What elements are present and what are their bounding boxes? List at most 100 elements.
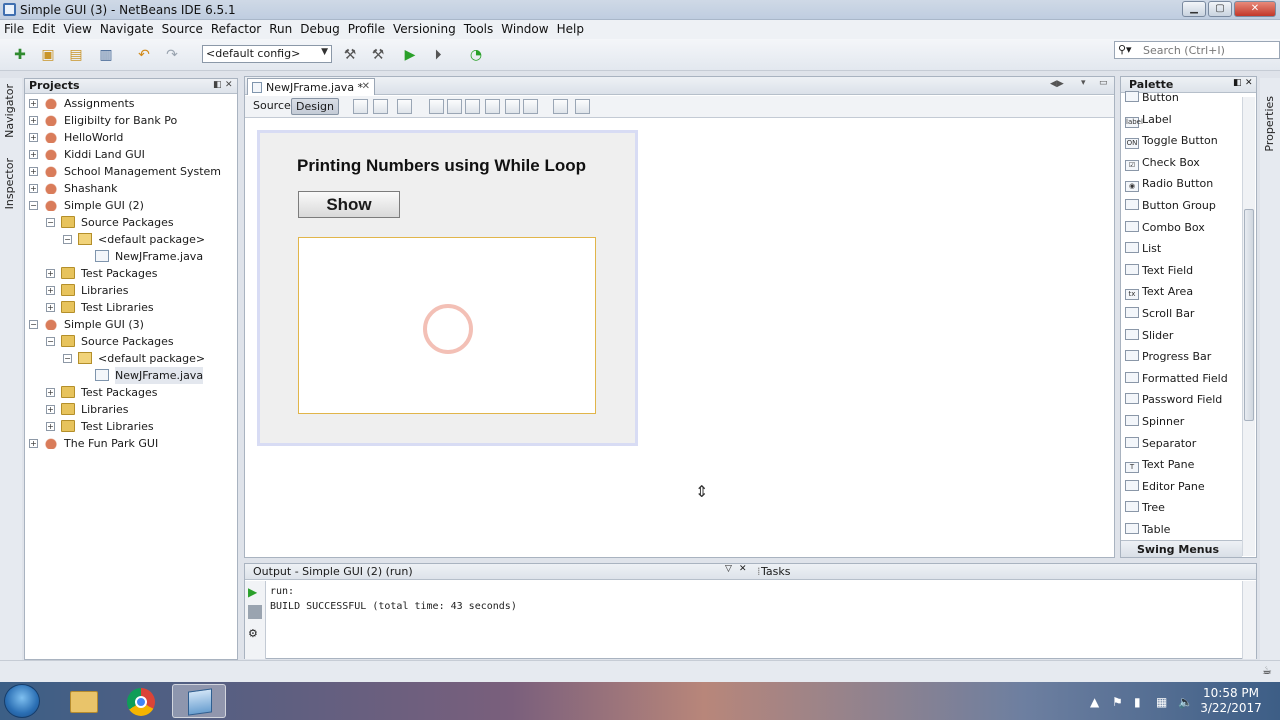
properties-tab[interactable]: Properties xyxy=(1263,96,1276,152)
jframe-design-form[interactable]: Printing Numbers using While Loop Show xyxy=(257,130,638,446)
palette-item-separator[interactable]: Separator xyxy=(1125,434,1196,454)
menu-window[interactable]: Window xyxy=(497,20,552,36)
chrome-taskbar-icon[interactable] xyxy=(114,684,168,718)
collapse-icon[interactable]: − xyxy=(46,218,55,227)
menu-run[interactable]: Run xyxy=(265,20,296,36)
menu-file[interactable]: File xyxy=(0,20,28,36)
preview-design-icon[interactable] xyxy=(397,99,412,114)
new-file-icon[interactable]: ✚ xyxy=(10,45,30,65)
close-panel-icon[interactable]: ✕ xyxy=(739,564,747,574)
collapse-icon[interactable]: − xyxy=(63,235,72,244)
undo-icon[interactable]: ↶ xyxy=(134,45,154,65)
stop-icon[interactable] xyxy=(248,605,262,619)
palette-scroll-thumb[interactable] xyxy=(1244,209,1254,421)
palette-item-combo-box[interactable]: Combo Box xyxy=(1125,218,1205,238)
menu-tools[interactable]: Tools xyxy=(460,20,498,36)
tree-item-pkgs[interactable]: + Libraries xyxy=(25,401,237,418)
close-panel-icon[interactable]: ✕ xyxy=(225,80,233,90)
palette-item-radio-button[interactable]: ◉ Radio Button xyxy=(1125,174,1213,194)
tab-newjframe[interactable]: NewJFrame.java * ✕ xyxy=(247,78,375,95)
collapse-icon[interactable]: − xyxy=(46,337,55,346)
volume-icon[interactable]: 🔈 xyxy=(1178,695,1193,709)
run-icon[interactable]: ▶ xyxy=(400,45,420,65)
tree-item-pkgs[interactable]: + Test Packages xyxy=(25,265,237,282)
system-clock[interactable]: 10:58 PM 3/22/2017 xyxy=(1196,686,1266,716)
open-project-icon[interactable]: ▤ xyxy=(66,45,86,65)
battery-icon[interactable]: ▮ xyxy=(1134,695,1141,709)
expand-icon[interactable]: + xyxy=(29,439,38,448)
output-tab-label[interactable]: Output - Simple GUI (2) (run) xyxy=(253,565,413,578)
expand-icon[interactable]: + xyxy=(46,269,55,278)
tree-item-java[interactable]: NewJFrame.java xyxy=(25,367,237,384)
expand-icon[interactable]: + xyxy=(46,303,55,312)
rerun-icon[interactable]: ▶ xyxy=(248,585,262,599)
tree-item-pkgs[interactable]: + Libraries xyxy=(25,282,237,299)
tree-item-project[interactable]: + HelloWorld xyxy=(25,129,237,146)
tree-item-project[interactable]: − Simple GUI (2) xyxy=(25,197,237,214)
palette-item-toggle-button[interactable]: ON Toggle Button xyxy=(1125,131,1218,151)
palette-item-tree[interactable]: Tree xyxy=(1125,498,1165,518)
expand-icon[interactable]: + xyxy=(29,133,38,142)
expand-icon[interactable]: + xyxy=(46,405,55,414)
search-input[interactable]: ⚲▾ Search (Ctrl+I) xyxy=(1114,41,1280,59)
collapse-icon[interactable]: − xyxy=(29,320,38,329)
tree-item-pkgs[interactable]: + Test Packages xyxy=(25,384,237,401)
maximize-editor-icon[interactable]: ▭ xyxy=(1099,78,1108,88)
tree-item-project[interactable]: + The Fun Park GUI xyxy=(25,435,237,452)
menu-help[interactable]: Help xyxy=(553,20,588,36)
selection-mode-icon[interactable] xyxy=(353,99,368,114)
show-button[interactable]: Show xyxy=(298,191,400,218)
redo-icon[interactable]: ↷ xyxy=(162,45,182,65)
close-panel-icon[interactable]: ✕ xyxy=(1245,78,1253,88)
tasks-tab[interactable]: Tasks xyxy=(761,565,790,578)
debug-icon[interactable]: ⏵ xyxy=(428,45,448,65)
menu-source[interactable]: Source xyxy=(158,20,207,36)
config-select[interactable]: <default config> ▼ xyxy=(202,45,332,63)
form-title-label[interactable]: Printing Numbers using While Loop xyxy=(297,156,586,176)
maximize-button[interactable]: ▢ xyxy=(1208,1,1232,17)
tree-item-project[interactable]: + Kiddi Land GUI xyxy=(25,146,237,163)
swing-menus-category[interactable]: Swing Menus xyxy=(1121,540,1242,557)
tree-item-project[interactable]: + Eligibilty for Bank Po xyxy=(25,112,237,129)
tree-item-pkgs[interactable]: + Test Libraries xyxy=(25,299,237,316)
palette-item-formatted-field[interactable]: Formatted Field xyxy=(1125,369,1228,389)
build-hammer-icon[interactable]: ⚒ xyxy=(340,45,360,65)
minimize-panel-icon[interactable]: ◧ xyxy=(1233,78,1242,88)
minimize-panel-icon[interactable]: ◧ xyxy=(213,80,222,90)
align-bottom-icon[interactable] xyxy=(505,99,520,114)
align-top-icon[interactable] xyxy=(485,99,500,114)
navigator-tab[interactable]: Navigator xyxy=(3,84,16,138)
close-tab-icon[interactable]: ✕ xyxy=(362,81,370,92)
center-horizontal-icon[interactable] xyxy=(465,99,480,114)
menu-debug[interactable]: Debug xyxy=(296,20,343,36)
tree-item-pkg[interactable]: − <default package> xyxy=(25,350,237,367)
settings-icon[interactable]: ⚙ xyxy=(248,627,262,641)
vertical-resize-icon[interactable] xyxy=(575,99,590,114)
expand-icon[interactable]: + xyxy=(29,99,38,108)
tree-item-pkgs[interactable]: − Source Packages xyxy=(25,214,237,231)
palette-item-scroll-bar[interactable]: Scroll Bar xyxy=(1125,304,1194,324)
expand-icon[interactable]: + xyxy=(29,150,38,159)
menu-profile[interactable]: Profile xyxy=(344,20,389,36)
expand-icon[interactable]: + xyxy=(46,286,55,295)
horizontal-resize-icon[interactable] xyxy=(553,99,568,114)
collapse-icon[interactable]: − xyxy=(29,201,38,210)
tree-item-project[interactable]: + School Management System xyxy=(25,163,237,180)
tab-list-icon[interactable]: ▾ xyxy=(1081,78,1086,88)
expand-icon[interactable]: + xyxy=(29,116,38,125)
menu-navigate[interactable]: Navigate xyxy=(96,20,158,36)
resize-handle-icon[interactable]: ⇕ xyxy=(695,482,708,501)
center-vertical-icon[interactable] xyxy=(523,99,538,114)
palette-item-text-pane[interactable]: T Text Pane xyxy=(1125,455,1194,475)
tree-item-java[interactable]: NewJFrame.java xyxy=(25,248,237,265)
expand-icon[interactable]: + xyxy=(29,167,38,176)
palette-item-slider[interactable]: Slider xyxy=(1125,326,1173,346)
tree-item-project[interactable]: + Assignments xyxy=(25,95,237,112)
palette-scrollbar[interactable] xyxy=(1242,97,1255,556)
netbeans-taskbar-icon[interactable] xyxy=(172,684,226,718)
show-hidden-icons-icon[interactable]: ▲ xyxy=(1090,695,1099,709)
clean-build-icon[interactable]: ⚒ xyxy=(368,45,388,65)
profile-icon[interactable]: ◔ xyxy=(466,45,486,65)
menu-view[interactable]: View xyxy=(59,20,95,36)
palette-item-editor-pane[interactable]: Editor Pane xyxy=(1125,477,1205,497)
